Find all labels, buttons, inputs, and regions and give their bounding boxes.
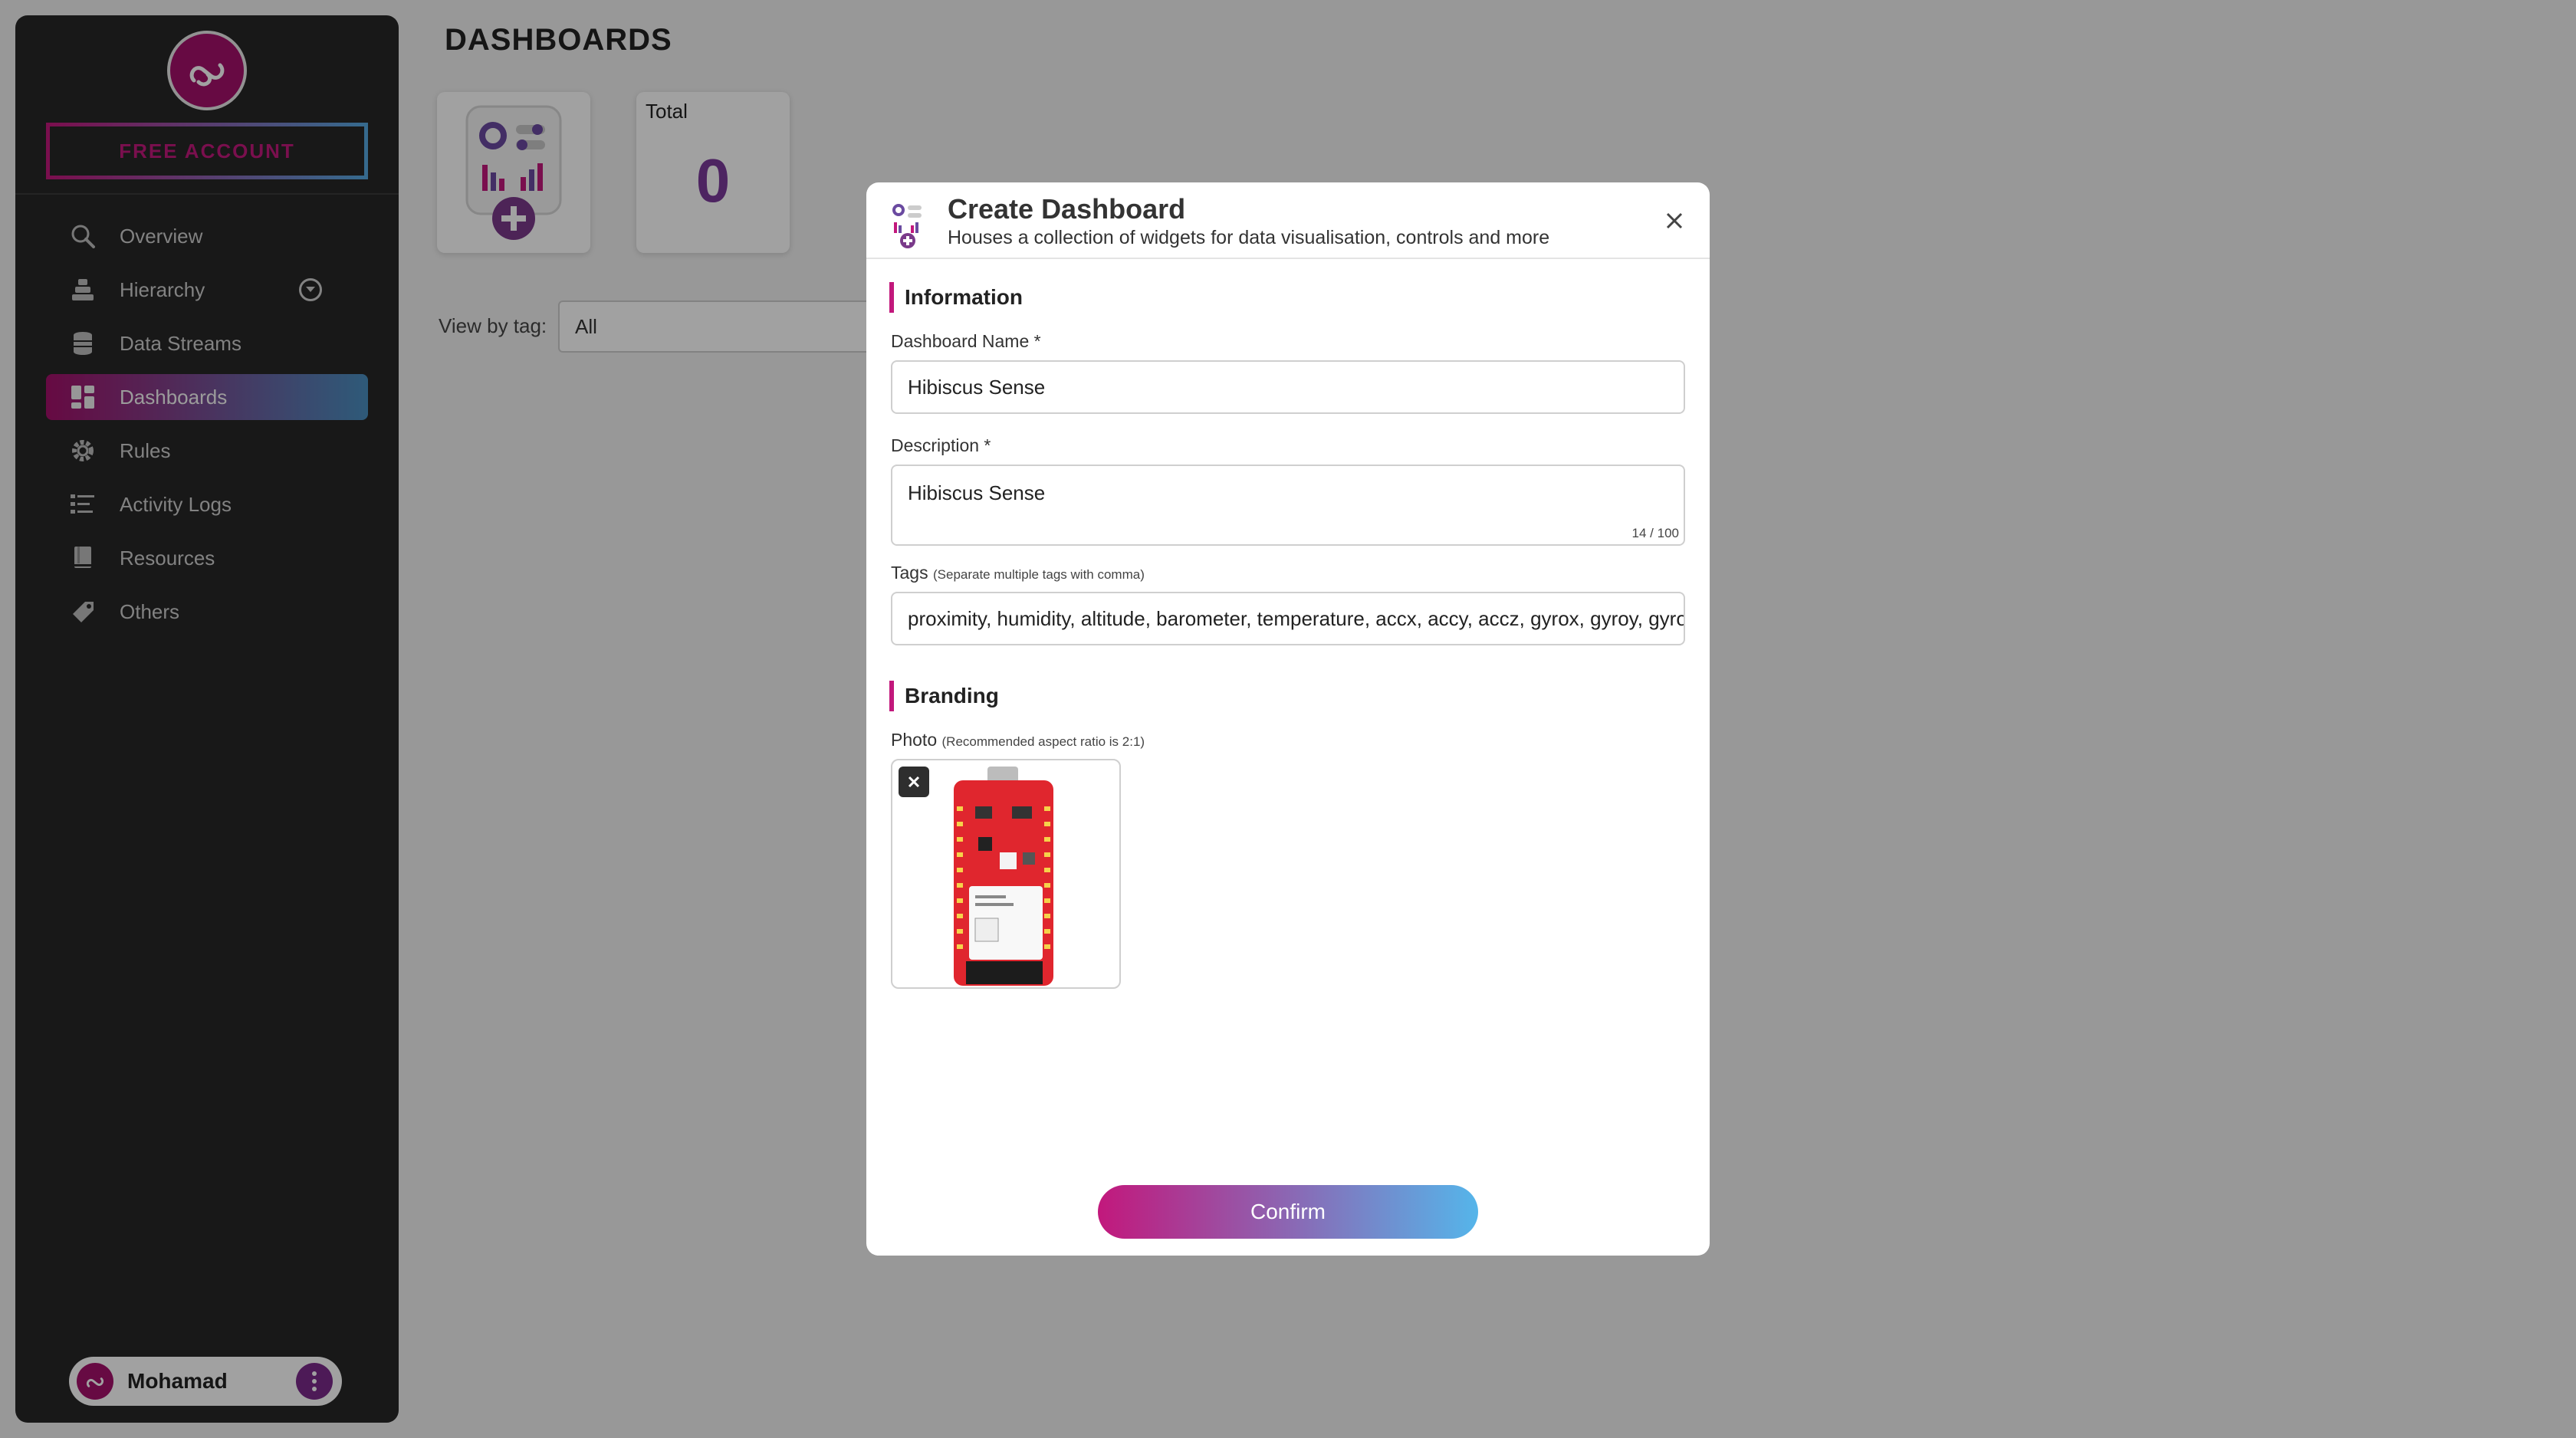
confirm-button[interactable]: Confirm: [1098, 1185, 1478, 1239]
modal-header: Create Dashboard Houses a collection of …: [866, 182, 1710, 259]
description-value: Hibiscus Sense: [908, 481, 1046, 504]
tags-hint: (Separate multiple tags with comma): [932, 567, 1145, 582]
photo-hint: (Recommended aspect ratio is 2:1): [941, 734, 1145, 749]
photo-preview[interactable]: [891, 759, 1121, 989]
branding-heading: Branding: [889, 681, 999, 711]
tags-label: Tags (Separate multiple tags with comma): [891, 563, 1145, 583]
description-textarea[interactable]: Hibiscus Sense 14 / 100: [891, 465, 1685, 546]
dashboard-name-input[interactable]: Hibiscus Sense: [891, 360, 1685, 414]
modal-subtitle: Houses a collection of widgets for data …: [948, 227, 1550, 248]
description-counter: 14 / 100: [1631, 526, 1679, 540]
photo-label: Photo (Recommended aspect ratio is 2:1): [891, 730, 1145, 750]
remove-photo-button[interactable]: [899, 767, 929, 797]
tags-input[interactable]: proximity, humidity, altitude, barometer…: [891, 592, 1685, 645]
description-label: Description *: [891, 435, 991, 455]
dashboard-name-label: Dashboard Name *: [891, 331, 1041, 351]
modal-title: Create Dashboard: [948, 193, 1186, 225]
close-icon: [908, 776, 920, 788]
information-heading: Information: [889, 282, 1023, 313]
close-icon[interactable]: [1661, 207, 1688, 235]
create-dashboard-modal: Create Dashboard Houses a collection of …: [866, 182, 1710, 1256]
tags-label-text: Tags: [891, 563, 928, 583]
photo-label-text: Photo: [891, 730, 938, 750]
dashboard-widget-icon: [892, 204, 922, 248]
